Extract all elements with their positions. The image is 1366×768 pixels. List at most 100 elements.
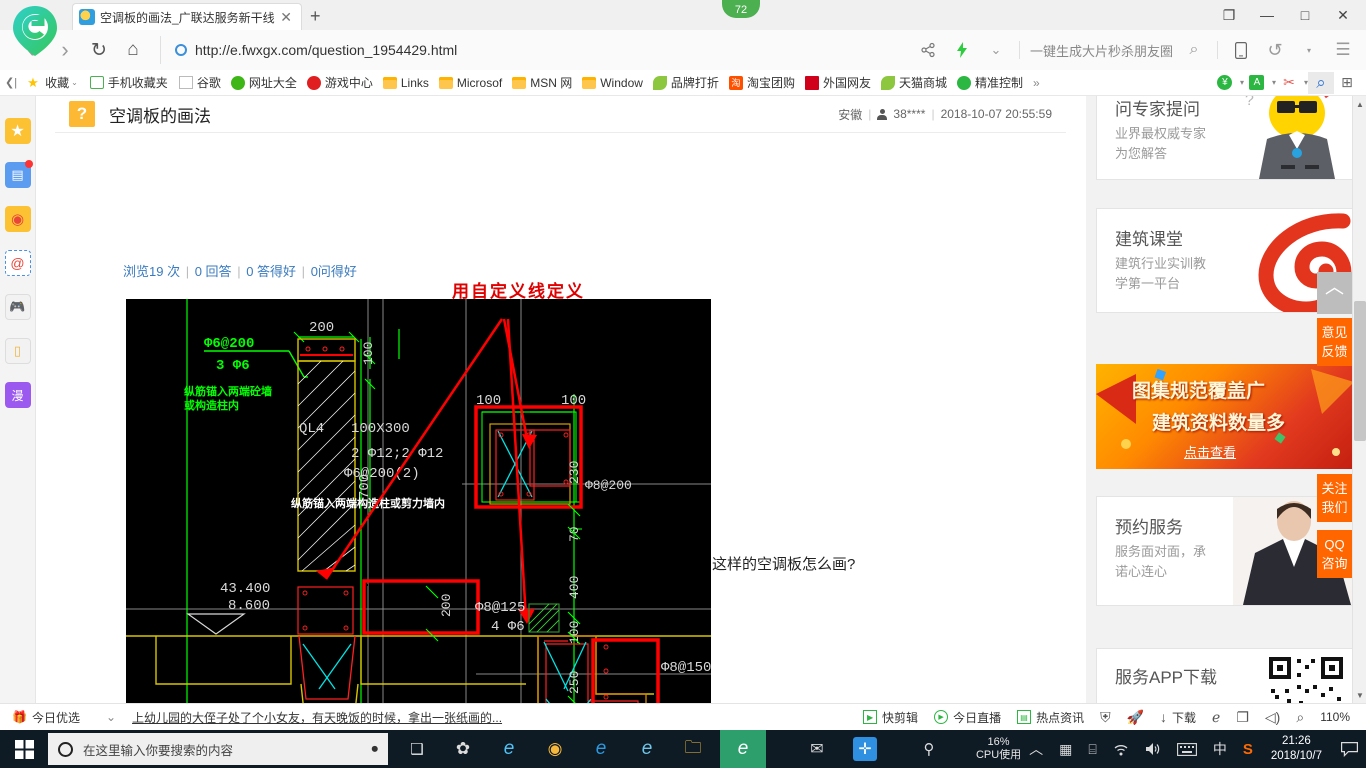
ad-construction-class[interactable]: 建筑课堂 建筑行业实训教 学第一平台 [1096,208,1354,313]
game-icon[interactable]: 🎮 [4,294,31,320]
qq-consult-button[interactable]: QQ咨询 [1317,530,1352,578]
tray-volume-icon[interactable] [1137,742,1169,756]
bookmark-item-4[interactable]: 游戏中心 [302,72,378,94]
mail-icon[interactable]: @ [4,250,31,276]
plus-app[interactable]: ✛ [842,730,888,768]
bookmark-item-12[interactable]: 天猫商城 [876,72,952,94]
grid-icon[interactable]: ⊞ [1334,72,1360,94]
speed-boost-icon[interactable] [945,33,979,67]
promo-search-text[interactable]: 一键生成大片秒杀朋友圈 [1026,41,1177,60]
360browser-app[interactable]: e [720,730,766,768]
bookmark-item-11[interactable]: 外国网友 [800,72,876,94]
coupon-icon[interactable]: ¥ [1212,72,1238,94]
comic-icon[interactable]: 漫 [4,382,31,408]
scrollbar-thumb[interactable] [1354,301,1366,441]
tray-keyboard-icon[interactable] [1169,742,1205,756]
reload-icon[interactable]: ↻ [82,33,116,67]
window-minimize-button[interactable]: — [1248,0,1286,30]
zoom-level-label[interactable]: 110% [1312,710,1358,724]
browser-mode-icon[interactable]: ℯ [1204,709,1228,726]
search-icon[interactable]: ⌕ [1308,71,1334,94]
stat-answers[interactable]: 0 回答 [195,264,232,279]
bookmark-item-8[interactable]: Window [577,72,648,94]
cortana-app[interactable]: ✿ [440,730,486,768]
bookmark-item-6[interactable]: Microsof [434,72,507,94]
news-icon[interactable]: ▤ [4,160,33,188]
chevron-down-icon[interactable]: ⌄ [979,33,1013,67]
shield-icon[interactable]: ⛨ [1092,709,1119,726]
home-icon[interactable]: ⌂ [116,33,150,67]
pin-app[interactable]: ⚲ [906,730,952,768]
ad-app-download[interactable]: 服务APP下载 [1096,648,1354,703]
browser2-app[interactable]: e [624,730,670,768]
stat-good-answers[interactable]: 0 答得好 [246,264,296,279]
window-split-icon[interactable]: ❐ [1228,709,1257,726]
scissors-icon[interactable]: ✂ [1276,72,1302,94]
page-scrollbar[interactable]: ▲ ▼ [1352,96,1366,703]
tray-wifi-icon[interactable] [1105,743,1137,756]
feedback-button[interactable]: 意见反馈 [1317,318,1352,366]
book-icon[interactable]: ▯ [4,338,31,364]
bookmark-item-2[interactable]: 谷歌 [173,72,226,94]
new-tab-button[interactable]: + [310,6,321,27]
start-button[interactable] [0,730,48,768]
window-maximize-button[interactable]: □ [1286,0,1324,30]
ie-app[interactable]: e [578,730,624,768]
tray-usb-icon[interactable]: ⌸ [1080,741,1104,758]
tray-app-icon[interactable]: ▦ [1051,741,1080,758]
scroll-top-button[interactable]: ︿ [1317,272,1352,314]
status-news-link[interactable]: 上幼儿园的大侄子处了个小女友，有天晚饭的时候，拿出一张纸画的... [124,709,510,726]
edge-app[interactable]: e [486,730,532,768]
ad-ask-expert[interactable]: 问专家提问 业界最权威专家 为您解答 ? [1096,96,1354,180]
chevron-down-icon[interactable]: ⌄ [71,78,78,87]
today-deals-button[interactable]: 🎁 今日优选 [0,709,88,726]
rocket-icon[interactable]: 🚀 [1119,709,1152,726]
task-view-button[interactable]: ❑ [394,730,440,768]
taskbar-search-input[interactable]: 在这里输入你要搜索的内容 ⏺ [48,733,388,765]
bookmark-item-1[interactable]: 手机收藏夹 [83,72,173,94]
tray-ime-icon[interactable]: 中 [1205,739,1235,759]
scroll-up-arrow-icon[interactable]: ▲ [1353,96,1366,112]
bookmark-item-0[interactable]: ★ 收藏 ⌄ [22,72,83,94]
taskbar-clock[interactable]: 21:26 2018/10/7 [1261,734,1332,764]
mobile-view-icon[interactable] [1224,33,1258,67]
live-today-button[interactable]: ▶ 今日直播 [926,709,1009,726]
bookmark-item-9[interactable]: 品牌打折 [648,72,724,94]
mail-app[interactable]: ✉ [794,730,840,768]
address-bar[interactable]: http://e.fwxgx.com/question_1954429.html [160,36,907,64]
stat-views[interactable]: 浏览19 次 [123,264,180,279]
follow-us-button[interactable]: 关注我们 [1317,474,1352,522]
ad-appointment-service[interactable]: 预约服务 服务面对面，承 诺心连心 [1096,496,1354,606]
window-close-button[interactable]: ✕ [1324,0,1362,30]
bookmark-item-7[interactable]: MSN 网 [507,72,577,94]
volume-icon[interactable]: ◁) [1257,709,1288,726]
site-info-icon[interactable] [175,44,187,56]
tray-sogou-icon[interactable]: S [1235,741,1261,758]
banner-cta[interactable]: 点击查看 [1184,442,1236,461]
scroll-down-arrow-icon[interactable]: ▼ [1353,687,1366,703]
explorer-app[interactable]: 🗀 [670,730,716,768]
notification-center-icon[interactable] [1332,730,1366,768]
cad-drawing-image[interactable]: Φ6@200 3 Φ6 纵筋锚入两端砼墙 或构造柱内 200 100 700 Q… [126,299,711,703]
news-toggle-icon[interactable]: ⌄ [88,710,124,724]
quick-edit-button[interactable]: ▶ 快剪辑 [855,709,926,726]
search-icon[interactable]: ⌕ [1177,33,1211,67]
share-icon[interactable] [911,33,945,67]
ad-banner-atlas[interactable]: 图集规范覆盖广 建筑资料数量多 点击查看 [1096,364,1354,469]
bookmark-item-5[interactable]: Links [378,72,434,94]
browser-tab[interactable]: 空调板的画法_广联达服务新干线 ✕ [72,3,302,30]
bookmark-item-13[interactable]: 精准控制 [952,72,1028,94]
stat-good-questions[interactable]: 0问得好 [311,264,357,279]
translate-icon[interactable]: A [1244,72,1270,94]
favorites-icon[interactable]: ★ [4,118,31,144]
download-button[interactable]: ↓ 下载 [1152,709,1204,726]
microphone-icon[interactable]: ⏺ [372,741,379,757]
bookmark-item-10[interactable]: 淘 淘宝团购 [724,72,800,94]
notification-badge[interactable]: 72 [722,0,760,18]
hot-news-button[interactable]: ▤ 热点资讯 [1009,709,1092,726]
bookmark-item-3[interactable]: 网址大全 [226,72,302,94]
window-restore-button[interactable]: ❐ [1210,0,1248,30]
caret-small-icon[interactable]: ▾ [1292,33,1326,67]
weibo-icon[interactable]: ◉ [4,206,31,232]
zoom-search-icon[interactable]: ⌕ [1288,709,1312,726]
